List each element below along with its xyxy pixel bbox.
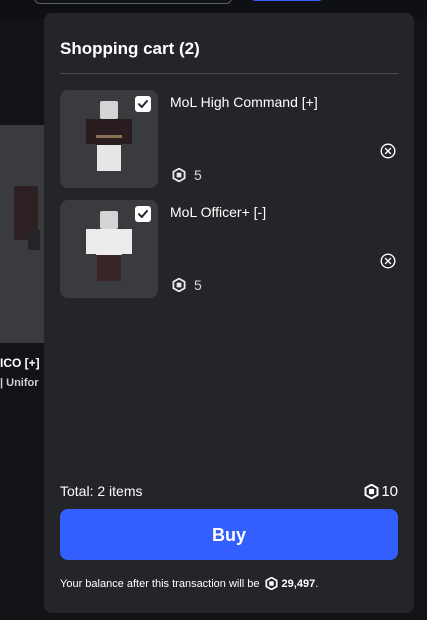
- robux-icon: [265, 577, 278, 590]
- checkmark-icon: [138, 210, 148, 218]
- avatar-arm: [86, 119, 96, 144]
- remove-item-button[interactable]: [380, 253, 396, 269]
- robux-icon: [172, 168, 186, 182]
- balance-note-suffix: .: [315, 577, 319, 590]
- avatar-leg: [109, 145, 121, 171]
- buy-button[interactable]: Buy: [60, 509, 398, 560]
- item-thumbnail[interactable]: [60, 90, 158, 188]
- item-price-value: 5: [194, 277, 202, 293]
- avatar-arm: [122, 229, 132, 254]
- remove-item-button[interactable]: [380, 143, 396, 159]
- close-circle-icon: [380, 253, 396, 269]
- checkmark-icon: [138, 100, 148, 108]
- item-name[interactable]: MoL High Command [+]: [170, 94, 318, 110]
- avatar-arm: [122, 119, 132, 144]
- cart-item: MoL Officer+ [-] 5: [60, 200, 400, 298]
- total-amount: 10: [364, 482, 398, 500]
- item-price: 5: [172, 277, 202, 293]
- item-price: 5: [172, 167, 202, 183]
- avatar-torso: [96, 119, 122, 145]
- shopping-cart-panel: Shopping cart (2) MoL High Command [+] 5…: [44, 13, 414, 613]
- balance-note: Your balance after this transaction will…: [60, 577, 318, 590]
- avatar-head: [100, 101, 118, 119]
- cart-title: Shopping cart (2): [60, 39, 200, 58]
- avatar-belt: [96, 135, 122, 138]
- item-checkbox[interactable]: [135, 96, 151, 112]
- background-avatar-leg: [28, 230, 40, 250]
- robux-icon: [364, 483, 379, 499]
- item-price-value: 5: [194, 167, 202, 183]
- total-items-label: Total: 2 items: [60, 483, 143, 499]
- background-primary-button[interactable]: [250, 0, 324, 1]
- item-checkbox[interactable]: [135, 206, 151, 222]
- item-name[interactable]: MoL Officer+ [-]: [170, 204, 266, 220]
- avatar-leg: [97, 145, 109, 171]
- total-amount-value: 10: [381, 482, 398, 500]
- background-search-input[interactable]: [34, 0, 232, 4]
- page: ICO [+] | Unifor Shopping cart (2) MoL H…: [0, 0, 427, 620]
- avatar-head: [100, 211, 118, 229]
- avatar-leg: [97, 255, 109, 281]
- background-item-subtitle: | Unifor: [0, 377, 39, 389]
- background-item-title[interactable]: ICO [+]: [0, 356, 40, 370]
- avatar-leg: [109, 255, 121, 281]
- balance-amount: 29,497: [281, 577, 316, 590]
- close-circle-icon: [380, 143, 396, 159]
- cart-item: MoL High Command [+] 5: [60, 90, 400, 188]
- robux-icon: [172, 278, 186, 292]
- cart-divider: [60, 73, 398, 74]
- avatar-arm: [86, 229, 96, 254]
- balance-note-text: Your balance after this transaction will…: [60, 577, 260, 590]
- item-thumbnail[interactable]: [60, 200, 158, 298]
- avatar-torso: [96, 229, 122, 255]
